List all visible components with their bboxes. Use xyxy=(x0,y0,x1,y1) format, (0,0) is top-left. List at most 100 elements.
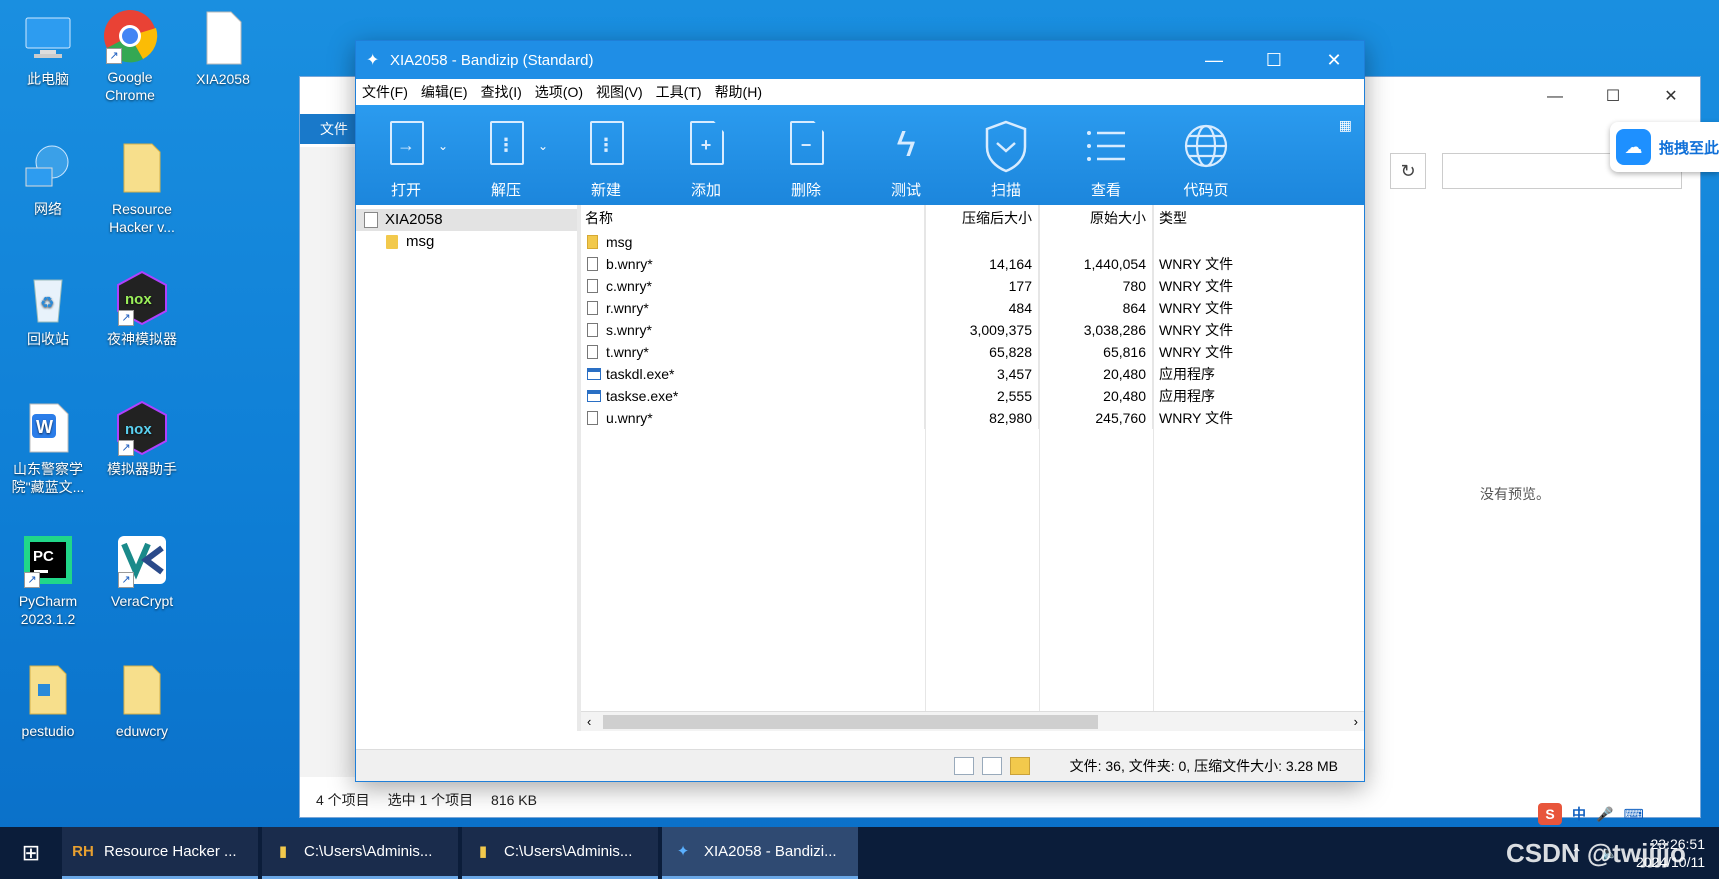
minimize-button[interactable]: — xyxy=(1526,77,1584,117)
menu-help[interactable]: 帮助(H) xyxy=(715,82,762,102)
tree-item-msg[interactable]: msg xyxy=(356,231,577,253)
desktop-icon-resource-hacker[interactable]: Resource Hacker v... xyxy=(99,140,185,236)
column-header-name[interactable]: 名称 xyxy=(581,205,925,231)
menu-edit[interactable]: 编辑(E) xyxy=(421,82,468,102)
toolbar-label: 测试 xyxy=(890,182,921,199)
file-name: msg xyxy=(606,234,633,250)
cell-name: msg xyxy=(581,231,925,253)
table-row[interactable]: s.wnry* 3,009,375 3,038,286 WNRY 文件 xyxy=(581,319,1364,341)
explorer-file-tab[interactable]: 文件 xyxy=(300,114,360,144)
desktop-icon-network[interactable]: 网络 xyxy=(5,140,91,218)
tree-item-label: msg xyxy=(406,233,435,250)
close-button[interactable]: ✕ xyxy=(1642,77,1700,117)
taskbar-item-explorer-1[interactable]: ▮ C:\Users\Adminis... xyxy=(262,827,458,879)
menu-tools[interactable]: 工具(T) xyxy=(656,82,702,102)
file-name: r.wnry* xyxy=(606,300,649,316)
ime-toolbar[interactable]: S 中 🎤 ⌨ xyxy=(1538,802,1644,826)
file-name: taskdl.exe* xyxy=(606,366,675,382)
maximize-button[interactable]: ☐ xyxy=(1584,77,1642,117)
ime-mode[interactable]: 中 xyxy=(1572,804,1586,824)
table-row[interactable]: r.wnry* 484 864 WNRY 文件 xyxy=(581,297,1364,319)
desktop-icon-chrome[interactable]: ↗ Google Chrome xyxy=(87,8,173,104)
shortcut-arrow-icon: ↗ xyxy=(118,310,134,326)
file-name: s.wnry* xyxy=(606,322,652,338)
minimize-button[interactable]: — xyxy=(1184,41,1244,79)
table-row[interactable]: taskse.exe* 2,555 20,480 应用程序 xyxy=(581,385,1364,407)
desktop-icon-xia2058[interactable]: XIA2058 xyxy=(180,10,266,88)
table-row[interactable]: t.wnry* 65,828 65,816 WNRY 文件 xyxy=(581,341,1364,363)
table-row[interactable]: u.wnry* 82,980 245,760 WNRY 文件 xyxy=(581,407,1364,429)
delete-button[interactable]: − 删除 xyxy=(756,105,856,205)
desktop-icon-pycharm[interactable]: PC ↗ PyCharm 2023.1.2 xyxy=(5,532,91,628)
test-button[interactable]: ϟ 测试 xyxy=(856,105,956,205)
menu-view[interactable]: 视图(V) xyxy=(596,82,643,102)
toolbar-label: 新建 xyxy=(590,182,621,199)
desktop-icon-nox-helper[interactable]: nox ↗ 模拟器助手 xyxy=(99,400,185,478)
taskbar-item-resource-hacker[interactable]: RH Resource Hacker ... xyxy=(62,827,258,879)
details-view-icon[interactable] xyxy=(953,756,974,775)
cell-type: WNRY 文件 xyxy=(1159,300,1234,316)
toolbar-label: 代码页 xyxy=(1183,182,1229,199)
table-row[interactable]: taskdl.exe* 3,457 20,480 应用程序 xyxy=(581,363,1364,385)
horizontal-scrollbar[interactable]: ‹ › xyxy=(581,711,1364,731)
codepage-button[interactable]: 代码页 xyxy=(1156,105,1256,205)
shortcut-arrow-icon: ↗ xyxy=(106,48,122,64)
title-bar[interactable]: ✦ XIA2058 - Bandizip (Standard) — ☐ ✕ xyxy=(356,41,1364,79)
keyboard-icon[interactable]: ⌨ xyxy=(1623,806,1643,823)
view-button[interactable]: 查看 xyxy=(1056,105,1156,205)
scrollbar-thumb[interactable] xyxy=(603,715,1098,729)
add-button[interactable]: + 添加 xyxy=(656,105,756,205)
toolbar-label: 解压 xyxy=(490,182,521,199)
cell-type: WNRY 文件 xyxy=(1159,256,1234,272)
new-archive-icon: ⋮ xyxy=(583,119,629,173)
taskbar-item-explorer-2[interactable]: ▮ C:\Users\Adminis... xyxy=(462,827,658,879)
start-button[interactable]: ⊞ xyxy=(0,827,62,879)
tree-item-root[interactable]: XIA2058 xyxy=(356,209,577,231)
new-archive-button[interactable]: ⋮ 新建 xyxy=(556,105,656,205)
mic-icon[interactable]: 🎤 xyxy=(1596,806,1613,823)
table-row[interactable]: c.wnry* 177 780 WNRY 文件 xyxy=(581,275,1364,297)
scroll-right-icon[interactable]: › xyxy=(1354,712,1358,732)
bandizip-window: ✦ XIA2058 - Bandizip (Standard) — ☐ ✕ 文件… xyxy=(355,40,1365,782)
baidu-drag-widget[interactable]: ☁ 拖拽至此 xyxy=(1610,122,1719,172)
cell-original: 3,038,286 xyxy=(1039,319,1153,341)
desktop-icon-wps-doc[interactable]: W 山东警察学院"藏蓝文... xyxy=(5,400,91,496)
menu-find[interactable]: 查找(I) xyxy=(481,82,522,102)
maximize-button[interactable]: ☐ xyxy=(1244,41,1304,79)
thumbnail-view-icon[interactable] xyxy=(981,756,1002,775)
table-row[interactable]: msg xyxy=(581,231,1364,253)
desktop-icon-this-pc[interactable]: 此电脑 xyxy=(5,10,91,88)
file-icon xyxy=(587,257,598,271)
column-header-type[interactable]: 类型 xyxy=(1153,205,1364,231)
refresh-icon[interactable]: ↻ xyxy=(1390,153,1426,189)
table-row[interactable]: b.wnry* 14,164 1,440,054 WNRY 文件 xyxy=(581,253,1364,275)
toolbar: → 打开 ⌄ ⋮ 解压 ⌄ ⋮ 新建 + 添加 − 删除 ϟ 测试 扫描 查看 … xyxy=(356,105,1364,205)
menu-options[interactable]: 选项(O) xyxy=(535,82,583,102)
extract-button[interactable]: ⋮ 解压 ⌄ xyxy=(456,105,556,205)
scroll-left-icon[interactable]: ‹ xyxy=(587,712,591,732)
open-button[interactable]: → 打开 ⌄ xyxy=(356,105,456,205)
column-header-compressed[interactable]: 压缩后大小 xyxy=(925,205,1039,231)
desktop-icon-veracrypt[interactable]: ↗ VeraCrypt xyxy=(99,532,185,610)
desktop-icon-pestudio[interactable]: pestudio xyxy=(5,662,91,740)
desktop-icon-label: 模拟器助手 xyxy=(107,461,177,477)
layout-toggle-icon[interactable]: ▦ xyxy=(1339,117,1352,134)
cell-compressed: 3,457 xyxy=(925,363,1039,385)
menu-file[interactable]: 文件(F) xyxy=(362,82,408,102)
explorer-nav-pane[interactable] xyxy=(300,147,355,777)
close-button[interactable]: ✕ xyxy=(1304,41,1364,79)
desktop-icon-recycle-bin[interactable]: ♻ 回收站 xyxy=(5,270,91,348)
preview-pane-text: 没有预览。 xyxy=(1480,486,1550,502)
column-divider xyxy=(1039,205,1040,711)
scan-button[interactable]: 扫描 xyxy=(956,105,1056,205)
chevron-down-icon[interactable]: ⌄ xyxy=(438,139,448,153)
file-name: taskse.exe* xyxy=(606,388,679,404)
desktop-icon-nox[interactable]: nox ↗ 夜神模拟器 xyxy=(99,270,185,348)
taskbar-item-bandizip[interactable]: ✦ XIA2058 - Bandizi... xyxy=(662,827,858,879)
column-header-original[interactable]: 原始大小 xyxy=(1039,205,1153,231)
desktop-icon-eduwcry[interactable]: eduwcry xyxy=(99,662,185,740)
chevron-down-icon[interactable]: ⌄ xyxy=(538,139,548,153)
cell-name: t.wnry* xyxy=(581,341,925,363)
cell-name: taskdl.exe* xyxy=(581,363,925,385)
folder-icon xyxy=(114,140,170,196)
